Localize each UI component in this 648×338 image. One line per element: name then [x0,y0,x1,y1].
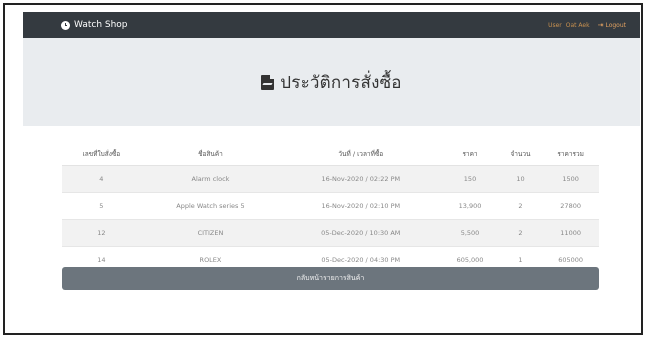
order-id-cell: 12 [62,219,141,247]
logout-label: Logout [605,21,626,29]
nav-user-area: User Oat Aek ⇥ Logout [548,21,626,29]
back-to-products-button[interactable]: กลับหน้ารายการสินค้า [62,267,599,290]
product-cell: CITIZEN [140,219,281,247]
clock-icon [61,20,70,30]
column-header-price: ราคา [441,143,499,166]
datetime-cell: 05-Dec-2020 / 10:30 AM [280,219,442,247]
column-header-datetime: วันที่ / เวลาที่ซื้อ [280,143,442,166]
table-row: 5 Apple Watch series 5 16-Nov-2020 / 02:… [62,192,599,220]
user-label: User [548,21,562,29]
table-header-row: เลขที่ใบสั่งซื้อ ชื่อสินค้า วันที่ / เวล… [62,143,599,166]
product-cell: Apple Watch series 5 [176,202,245,210]
order-history-table: เลขที่ใบสั่งซื้อ ชื่อสินค้า วันที่ / เวล… [62,143,599,273]
quantity-cell: 2 [498,219,543,247]
column-header-quantity: จำนวน [498,143,543,166]
brand-label: Watch Shop [74,20,128,30]
total-cell: 1500 [542,165,599,193]
order-id-cell: 4 [62,165,141,193]
brand-link[interactable]: Watch Shop [61,20,548,30]
quantity-cell: 2 [518,202,523,210]
product-cell: Alarm clock [140,165,281,193]
order-id-cell: 5 [99,202,104,210]
datetime-cell: 16-Nov-2020 / 02:22 PM [280,165,442,193]
column-header-product: ชื่อสินค้า [140,143,281,166]
logout-icon: ⇥ [597,21,604,29]
quantity-cell: 10 [498,165,543,193]
table-row: 12 CITIZEN 05-Dec-2020 / 10:30 AM 5,500 … [62,219,599,247]
table-row: 4 Alarm clock 16-Nov-2020 / 02:22 PM 150… [62,165,599,193]
file-invoice-icon [261,74,275,90]
total-cell: 27800 [560,202,581,210]
datetime-cell: 16-Nov-2020 / 02:10 PM [321,202,401,210]
column-header-total: ราคารวม [542,143,599,166]
column-header-order-id: เลขที่ใบสั่งซื้อ [62,143,141,166]
price-cell: 5,500 [441,219,499,247]
navbar: Watch Shop User Oat Aek ⇥ Logout [23,12,640,38]
page-title: ประวัติการสั่งซื้อ [280,72,402,93]
user-name: Oat Aek [565,21,590,29]
logout-link[interactable]: ⇥ Logout [598,21,626,29]
total-cell: 11000 [542,219,599,247]
price-cell: 13,900 [458,202,482,210]
page-header: ประวัติการสั่งซื้อ [23,38,640,126]
price-cell: 150 [441,165,499,193]
